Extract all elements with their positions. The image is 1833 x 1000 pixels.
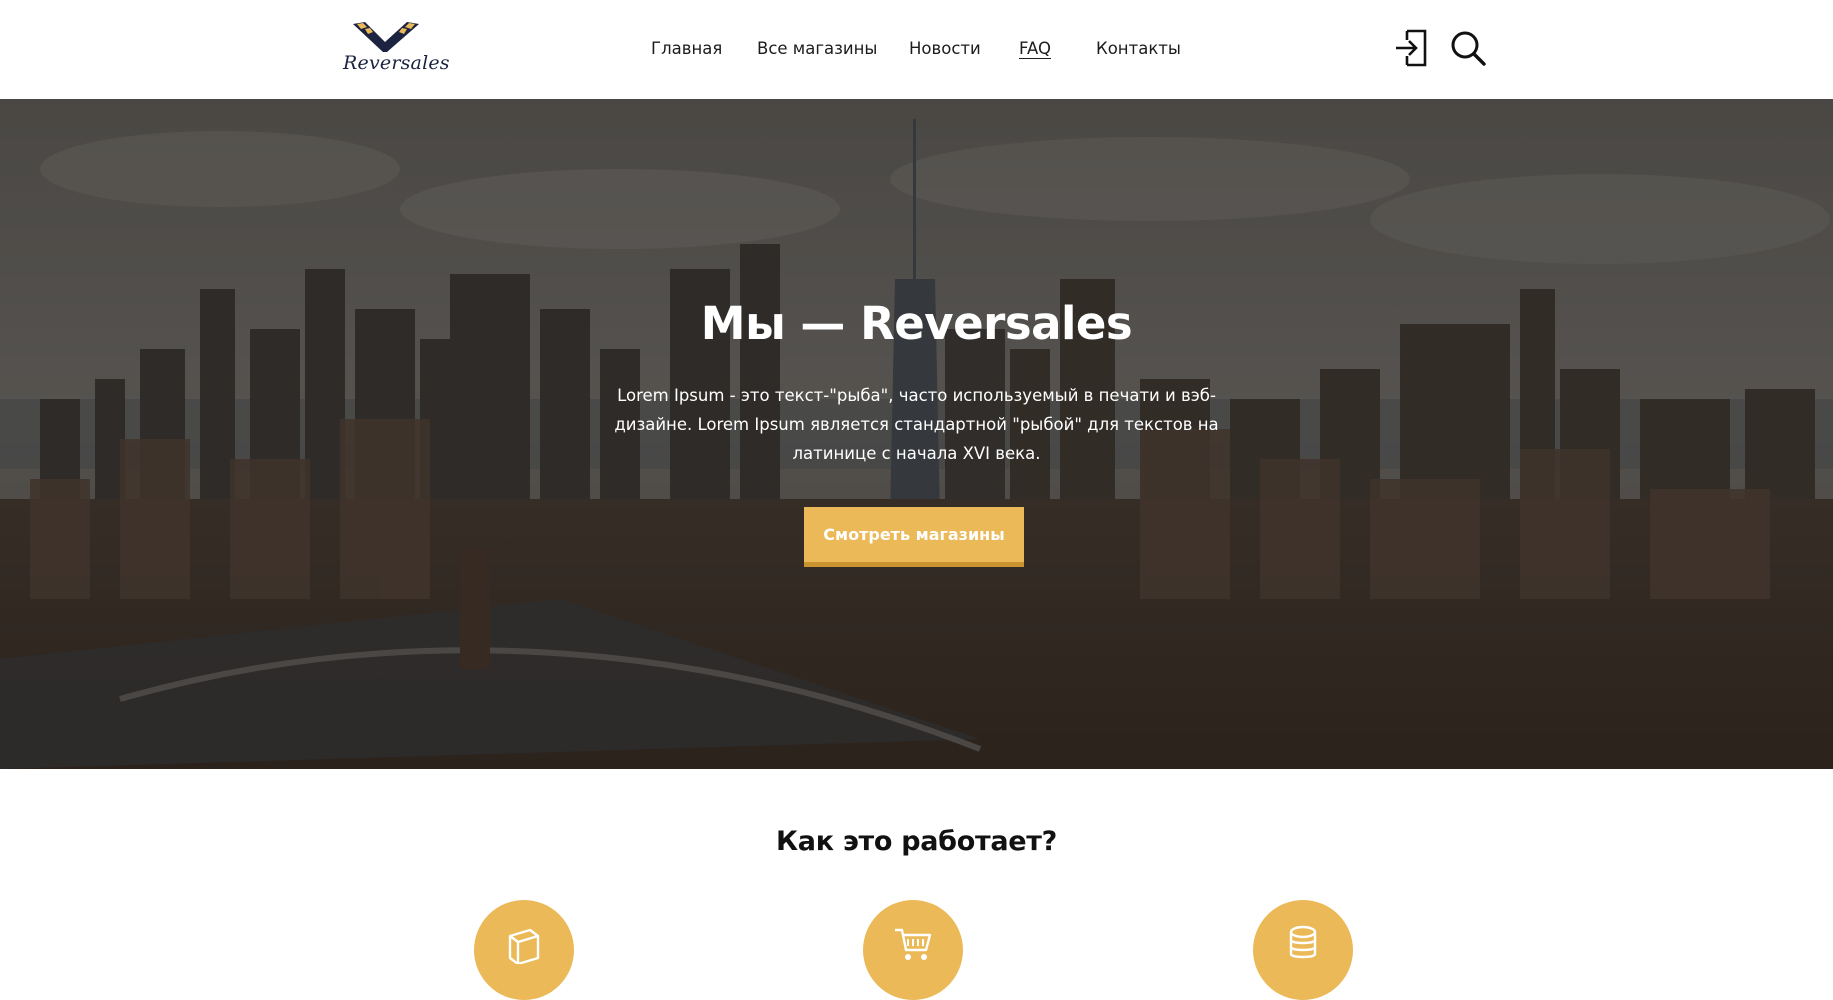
hero-description: Lorem Ipsum - это текст-"рыба", часто ис…	[614, 386, 1219, 463]
box-icon	[508, 928, 540, 964]
hero-section: Мы — Reversales Lorem Ipsum - это текст-…	[0, 99, 1833, 769]
coins-icon	[1289, 925, 1317, 959]
logo[interactable]: Reversales	[341, 18, 450, 78]
step-3-circle	[1253, 900, 1353, 1000]
nav-item-contacts[interactable]: Контакты	[1096, 37, 1181, 61]
login-icon[interactable]	[1393, 28, 1429, 68]
how-it-works-title: Как это работает?	[776, 826, 1057, 857]
cart-icon	[895, 928, 932, 960]
search-icon[interactable]	[1450, 28, 1486, 68]
step-1-circle	[474, 900, 574, 1000]
site-header: Reversales Главная Все магазины Новости …	[0, 0, 1833, 99]
step-2-circle	[863, 900, 963, 1000]
nav-item-faq[interactable]: FAQ	[1019, 37, 1051, 61]
hero-title: Мы — Reversales	[700, 297, 1133, 350]
view-shops-button[interactable]: Смотреть магазины	[804, 507, 1024, 567]
boomerang-logo-icon	[353, 22, 419, 52]
nav-item-all-shops[interactable]: Все магазины	[757, 37, 877, 61]
nav-item-news[interactable]: Новости	[909, 37, 981, 61]
logo-text: Reversales	[343, 52, 450, 74]
nav-item-home[interactable]: Главная	[651, 37, 722, 61]
